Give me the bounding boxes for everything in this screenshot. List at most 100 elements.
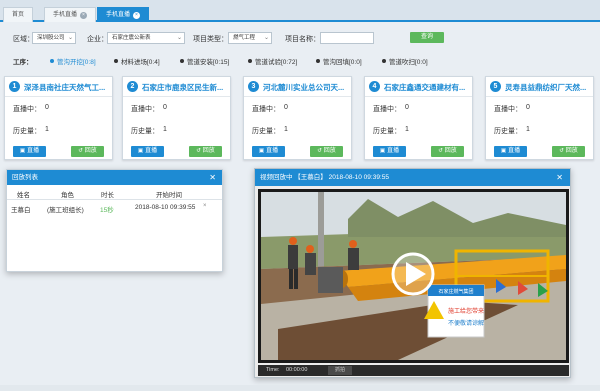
project-type-select[interactable]: 燃气工程 ⌄ (228, 32, 272, 44)
tab-mobile-live-2[interactable]: 手机直播 × (97, 7, 150, 22)
process-item[interactable]: 管道试验[0:72] (248, 56, 297, 66)
card-header: 4 石家庄鑫通交通建材有... (365, 77, 472, 97)
time-value: 00:00:00 (286, 367, 308, 373)
project-card: 1 深泽县南社庄天然气工... 直播中： 0 历史量： 1 ▣ 直播 ↺ 回放 (4, 76, 113, 160)
close-icon[interactable]: ✕ (209, 170, 216, 185)
query-label: 查询 (420, 34, 433, 40)
card-title[interactable]: 河北麓川实业总公司天... (263, 82, 349, 93)
video-frame[interactable]: 石家庄燃气集团 施工给您带来 不便敬请谅解 (258, 189, 569, 363)
process-item[interactable]: 管道安装[0:15] (180, 56, 229, 66)
process-item[interactable]: 材料进场[0:4] (114, 56, 160, 66)
process-text: 管道吹扫[0:0] (389, 59, 428, 66)
replay-button-label: 回放 (444, 148, 457, 154)
card-title[interactable]: 灵寿县益鼎纺织厂天然... (505, 82, 591, 93)
column-header: 时长 (101, 192, 114, 199)
bullet-icon (316, 59, 320, 63)
card-number: 1 (9, 81, 20, 92)
project-card: 4 石家庄鑫通交通建材有... 直播中： 0 历史量： 1 ▣ 直播 ↺ 回放 (364, 76, 473, 160)
replay-button[interactable]: ↺ 回放 (552, 146, 585, 157)
video-playback-window: 视频回放中 【王慕白】 2018-08-10 09:39:55 ✕ 石家庄燃气集… (254, 168, 571, 378)
process-item[interactable]: 管道吹扫[0:0] (382, 56, 428, 66)
live-button[interactable]: ▣ 直播 (13, 146, 46, 157)
live-count-label: 直播中： (252, 106, 280, 113)
live-button[interactable]: ▣ 直播 (252, 146, 285, 157)
bullet-icon (382, 59, 386, 63)
history-count-label: 历史量： (373, 128, 401, 135)
card-title[interactable]: 深泽县南社庄天然气工... (24, 82, 110, 93)
card-number: 2 (127, 81, 138, 92)
card-number: 3 (248, 81, 259, 92)
company-value: 石家庄震公新表 (112, 35, 151, 41)
replay-button-label: 回放 (84, 148, 97, 154)
card-header: 5 灵寿县益鼎纺织厂天然... (486, 77, 593, 97)
replay-icon: ↺ (196, 148, 201, 154)
process-item[interactable]: 管沟开挖[0:8] (50, 56, 96, 66)
bullet-icon (248, 59, 252, 63)
close-icon[interactable]: × (80, 12, 88, 19)
chevron-down-icon: ⌄ (263, 35, 269, 41)
tab-mobile-live-1[interactable]: 手机直播 × (44, 7, 97, 22)
card-number: 4 (369, 81, 380, 92)
delete-icon[interactable]: × (203, 203, 207, 209)
region-select[interactable]: 深圳股公司 ⌄ (32, 32, 76, 44)
history-count-label: 历史量： (13, 128, 41, 135)
replay-button-label: 回放 (202, 148, 215, 154)
project-card: 5 灵寿县益鼎纺织厂天然... 直播中： 0 历史量： 1 ▣ 直播 ↺ 回放 (485, 76, 594, 160)
replay-button[interactable]: ↺ 回放 (71, 146, 104, 157)
construction-scene-image: 石家庄燃气集团 施工给您带来 不便敬请谅解 (258, 189, 569, 363)
bullet-icon (114, 59, 118, 63)
video-header: 视频回放中 【王慕白】 2018-08-10 09:39:55 ✕ (255, 169, 570, 186)
live-button-label: 直播 (266, 148, 279, 154)
replay-button[interactable]: ↺ 回放 (310, 146, 343, 157)
camera-icon: ▣ (258, 148, 265, 154)
live-count-label: 直播中： (13, 106, 41, 113)
project-card: 2 石家庄市鹿泉区民生新... 直播中： 0 历史量： 1 ▣ 直播 ↺ 回放 (122, 76, 231, 160)
project-card: 3 河北麓川实业总公司天... 直播中： 0 历史量： 1 ▣ 直播 ↺ 回放 (243, 76, 352, 160)
query-button[interactable]: 查询 (410, 32, 444, 43)
column-header: 姓名 (17, 192, 30, 199)
card-title[interactable]: 石家庄市鹿泉区民生新... (142, 82, 228, 93)
tab-bar: 首页 手机直播 × 手机直播 × (0, 0, 600, 22)
history-count-value: 1 (45, 126, 49, 133)
live-button-label: 直播 (508, 148, 521, 154)
close-icon[interactable]: × (133, 12, 141, 19)
close-icon[interactable]: ✕ (556, 169, 563, 186)
camera-icon: ▣ (137, 148, 144, 154)
chevron-down-icon: ⌄ (67, 35, 73, 41)
region-value: 深圳股公司 (37, 35, 65, 41)
capture-button[interactable]: 抓拍 (328, 366, 352, 375)
company-select[interactable]: 石家庄震公新表 ⌄ (107, 32, 185, 44)
time-label: Time: (266, 367, 280, 373)
project-name-input[interactable] (320, 32, 374, 44)
divider (7, 199, 222, 200)
tab-home[interactable]: 首页 (3, 7, 34, 22)
project-name-label: 项目名称： (285, 36, 320, 43)
live-button[interactable]: ▣ 直播 (494, 146, 527, 157)
history-count-label: 历史量： (252, 128, 280, 135)
bullet-icon (50, 59, 54, 63)
history-count-label: 历史量： (131, 128, 159, 135)
live-button-label: 直播 (27, 148, 40, 154)
company-label: 企业： (87, 36, 108, 43)
process-bar: 工序： 管沟开挖[0:8] 材料进场[0:4] 管道安装[0:15] 管道试验[… (0, 55, 600, 67)
history-count-value: 1 (163, 126, 167, 133)
video-title: 视频回放中 【王慕白】 2018-08-10 09:39:55 (260, 174, 389, 181)
process-label: 工序： (13, 59, 33, 66)
camera-icon: ▣ (379, 148, 386, 154)
card-header: 2 石家庄市鹿泉区民生新... (123, 77, 230, 97)
live-button[interactable]: ▣ 直播 (373, 146, 406, 157)
process-text: 管道试验[0:72] (255, 59, 298, 66)
replay-button[interactable]: ↺ 回放 (431, 146, 464, 157)
live-count-label: 直播中： (494, 106, 522, 113)
history-count-value: 1 (526, 126, 530, 133)
cell-start-time: 2018-08-10 09:39:55 (135, 204, 196, 211)
page-footer (0, 385, 600, 391)
tab-label: 首页 (12, 12, 25, 18)
live-count-value: 0 (163, 104, 167, 111)
card-title[interactable]: 石家庄鑫通交通建材有... (384, 82, 470, 93)
card-number: 5 (490, 81, 501, 92)
filter-bar: 区域： 深圳股公司 ⌄ 企业： 石家庄震公新表 ⌄ 项目类型： 燃气工程 ⌄ 项目名称… (0, 30, 600, 48)
process-item[interactable]: 管沟回填[0:0] (316, 56, 362, 66)
replay-button[interactable]: ↺ 回放 (189, 146, 222, 157)
live-button[interactable]: ▣ 直播 (131, 146, 164, 157)
